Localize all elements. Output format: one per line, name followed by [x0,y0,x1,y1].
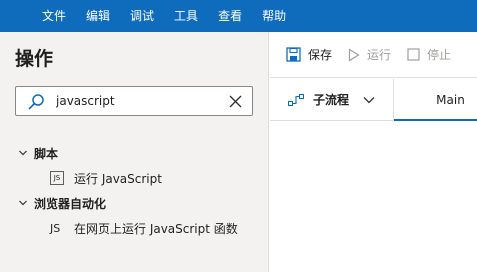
stop-button[interactable]: 停止 [407,46,451,63]
tree-item-run-javascript[interactable]: JS 运行 JavaScript [50,167,162,189]
menu-file[interactable]: 文件 [42,0,66,32]
subflow-icon [288,93,304,106]
tab-main-label: Main [436,92,465,107]
play-icon [348,47,360,62]
search-input[interactable] [56,92,221,110]
menu-edit[interactable]: 编辑 [86,0,110,32]
save-icon [286,47,301,62]
save-button[interactable]: 保存 [286,46,332,63]
active-tab-indicator [394,119,477,121]
run-label: 运行 [367,48,392,62]
tree-group-label: 脚本 [34,146,59,161]
search-icon [28,94,44,110]
chevron-down-icon [19,200,27,206]
stop-icon [407,48,420,61]
tree-item-run-javascript-on-webpage[interactable]: JS 在网页上运行 JavaScript 函数 [50,217,238,239]
chevron-down-icon [363,96,375,103]
tab-row: 子流程 Main [270,79,477,121]
tree-group-label: 浏览器自动化 [34,196,107,211]
subflows-dropdown[interactable]: 子流程 [270,79,394,120]
run-button[interactable]: 运行 [348,46,391,63]
tree-item-label: 运行 JavaScript [74,171,162,186]
panel-title: 操作 [15,48,54,70]
stop-label: 停止 [427,48,452,62]
javascript-file-icon: JS [50,171,64,185]
close-icon[interactable] [229,95,242,108]
menu-debug[interactable]: 调试 [130,0,154,32]
javascript-icon: JS [50,221,61,235]
menu-bar: 文件 编辑 调试 工具 查看 帮助 [0,0,477,32]
subflows-label: 子流程 [313,93,350,107]
tree-group-browser-automation[interactable]: 浏览器自动化 [18,192,106,214]
menu-tools[interactable]: 工具 [174,0,198,32]
menu-view[interactable]: 查看 [218,0,242,32]
save-label: 保存 [308,48,333,62]
tab-main[interactable]: Main [394,79,477,121]
chevron-down-icon [19,150,27,156]
flow-designer: 保存 运行 停止 子流程 Main [270,32,477,272]
search-box [15,86,253,116]
menu-help[interactable]: 帮助 [262,0,286,32]
tree-item-label: 在网页上运行 JavaScript 函数 [74,221,238,236]
tree-group-script[interactable]: 脚本 [18,142,58,164]
actions-panel: 操作 脚本 JS 运行 JavaScript 浏览器自动化 [0,32,269,272]
designer-toolbar: 保存 运行 停止 [270,32,477,78]
